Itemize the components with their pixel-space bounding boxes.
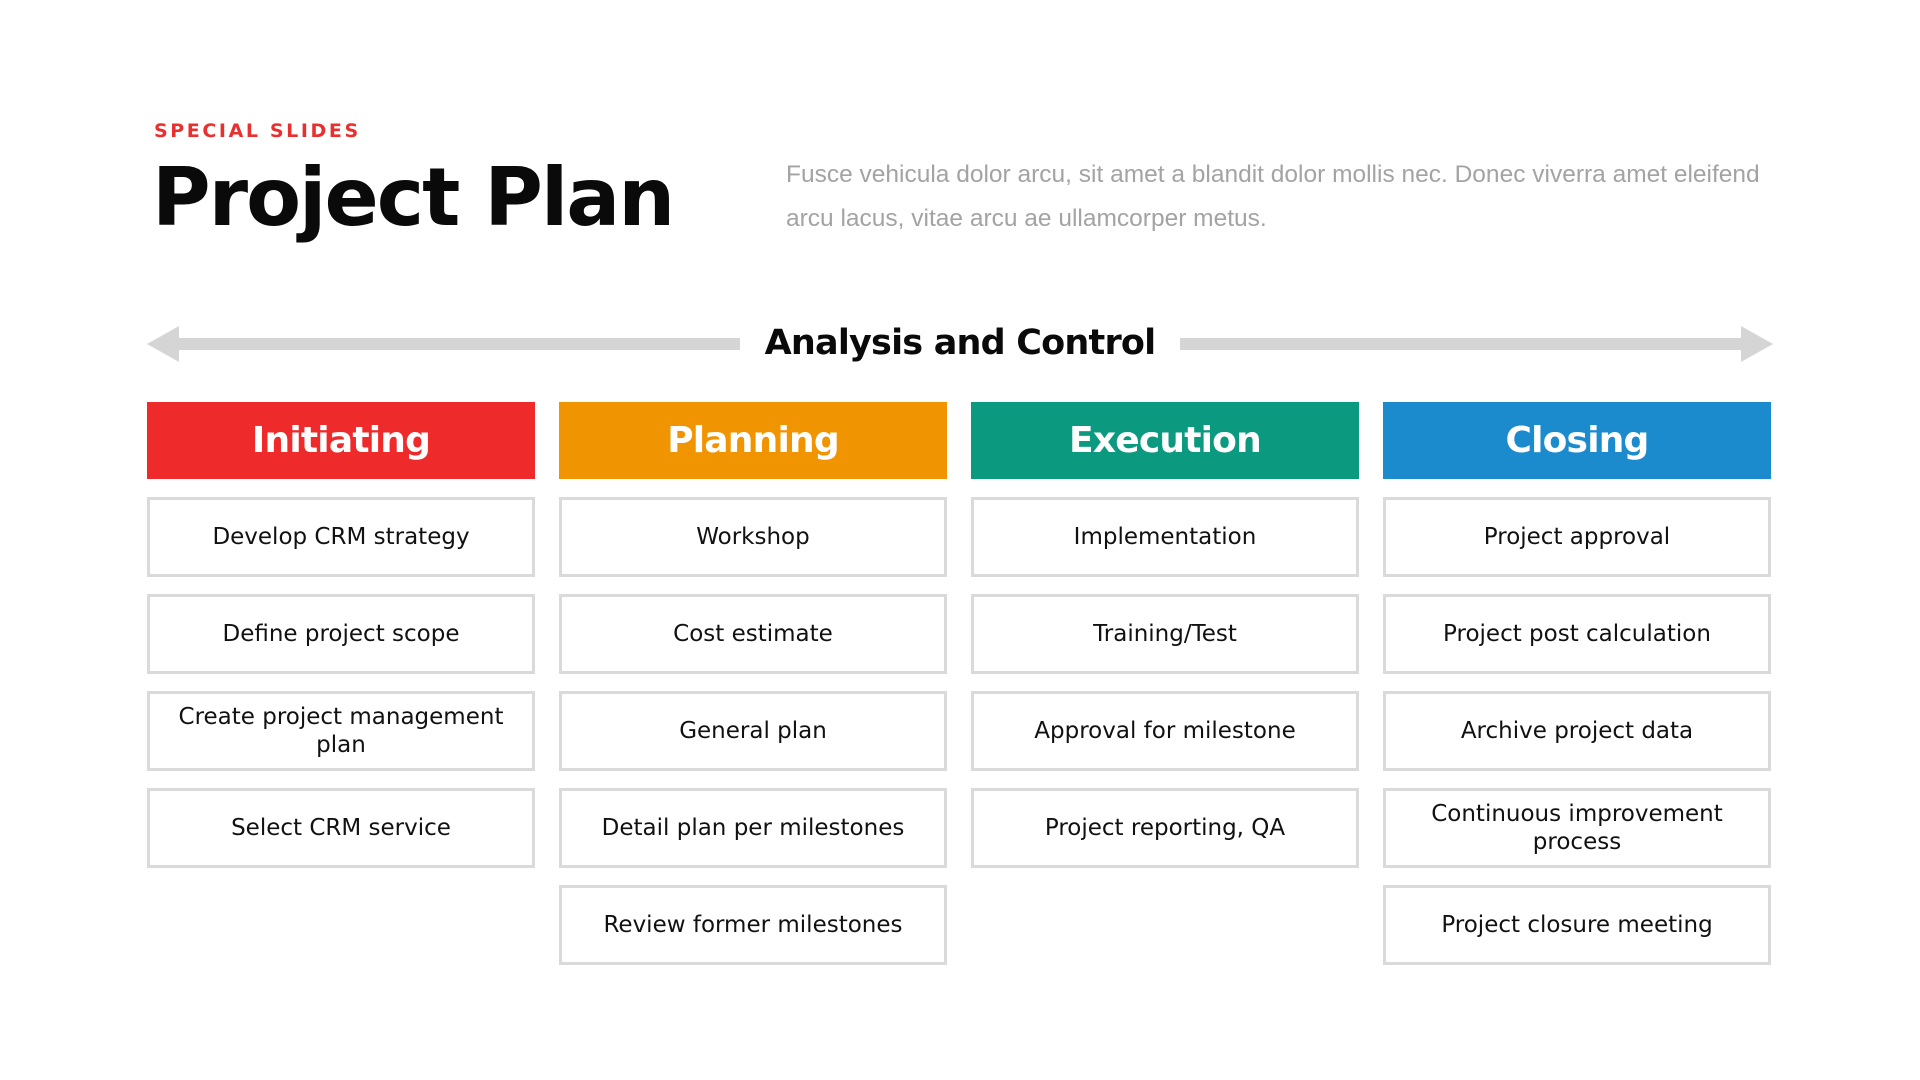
task-box: Project approval <box>1383 497 1771 577</box>
phase-column-execution: Execution Implementation Training/Test Appr… <box>971 402 1359 982</box>
task-box: Create project management plan <box>147 691 535 771</box>
phase-header: Closing <box>1383 402 1771 479</box>
task-box: Archive project data <box>1383 691 1771 771</box>
arrow-left-icon <box>147 326 740 362</box>
page-title: Project Plan <box>152 151 675 244</box>
task-box: Approval for milestone <box>971 691 1359 771</box>
task-box: Workshop <box>559 497 947 577</box>
task-box: Review former milestones <box>559 885 947 965</box>
phase-columns: Initiating Develop CRM strategy Define pro… <box>147 402 1771 982</box>
arrow-right-icon <box>1180 326 1773 362</box>
task-box: Define project scope <box>147 594 535 674</box>
task-box: Cost estimate <box>559 594 947 674</box>
phase-column-initiating: Initiating Develop CRM strategy Define pro… <box>147 402 535 982</box>
eyebrow-label: SPECIAL SLIDES <box>154 120 361 142</box>
page-description: Fusce vehicula dolor arcu, sit amet a bl… <box>786 161 1760 232</box>
task-box: Implementation <box>971 497 1359 577</box>
task-box: Detail plan per milestones <box>559 788 947 868</box>
task-box: Continuous improvement process <box>1383 788 1771 868</box>
task-box: Develop CRM strategy <box>147 497 535 577</box>
task-box: General plan <box>559 691 947 771</box>
phase-header: Planning <box>559 402 947 479</box>
phase-column-planning: Planning Workshop Cost estimate General pla… <box>559 402 947 982</box>
task-box: Project reporting, QA <box>971 788 1359 868</box>
task-box: Select CRM service <box>147 788 535 868</box>
section-title: Analysis and Control <box>764 323 1157 363</box>
task-box: Training/Test <box>971 594 1359 674</box>
phase-header: Execution <box>971 402 1359 479</box>
task-box: Project post calculation <box>1383 594 1771 674</box>
phase-column-closing: Closing Project approval Project post calc… <box>1383 402 1771 982</box>
task-box: Project closure meeting <box>1383 885 1771 965</box>
phase-header: Initiating <box>147 402 535 479</box>
